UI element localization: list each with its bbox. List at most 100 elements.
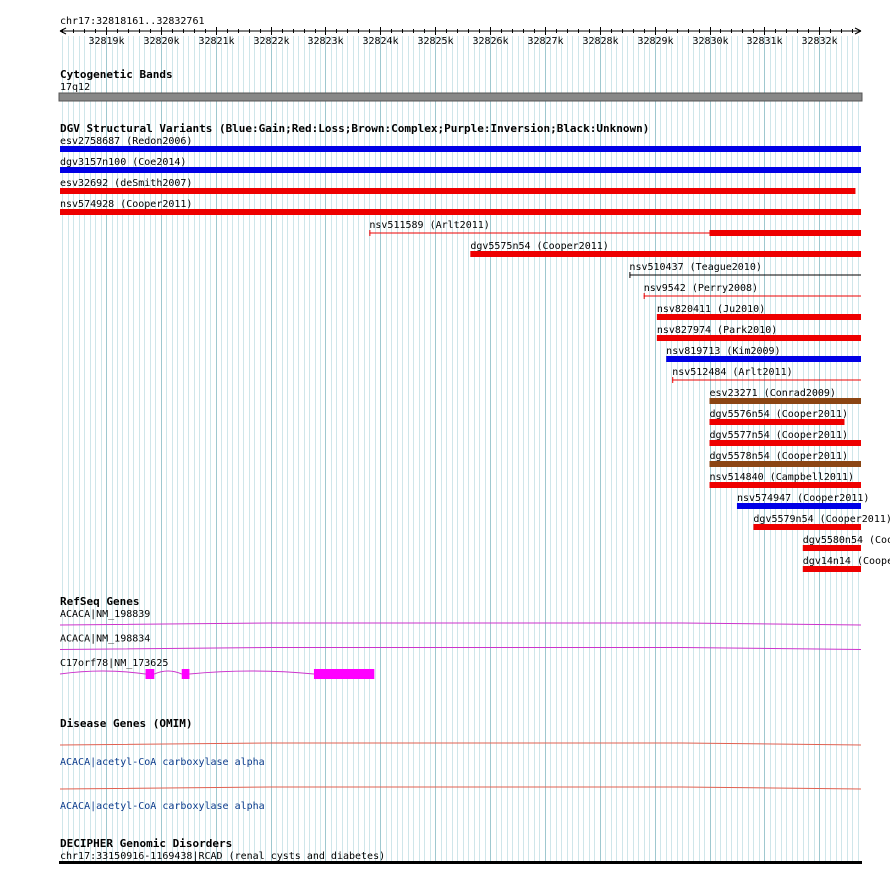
- refseq-exon: [313, 669, 375, 679]
- dgv-variant[interactable]: nsv574947 (Cooper2011): [736, 493, 869, 509]
- dgv-variant-label: esv32692 (deSmith2007): [60, 178, 192, 189]
- dgv-variant[interactable]: dgv3157n100 (Coe2014): [60, 157, 861, 173]
- dgv-variant-bar: [709, 440, 861, 446]
- dgv-variant-bar: [60, 209, 861, 215]
- dgv-variant[interactable]: nsv9542 (Perry2008): [643, 283, 861, 299]
- refseq-track-title: RefSeq Genes: [60, 595, 139, 608]
- ruler-tick-label: 32823k: [307, 36, 343, 47]
- dgv-variant-bar: [656, 314, 861, 320]
- dgv-variant[interactable]: nsv514840 (Campbell2011): [709, 472, 861, 488]
- ruler-tick-label: 32826k: [472, 36, 508, 47]
- omim-track-title: Disease Genes (OMIM): [60, 717, 192, 730]
- cytoband-label: 17q12: [60, 82, 90, 93]
- refseq-intron-line: [59, 622, 862, 626]
- dgv-variant[interactable]: dgv5578n54 (Cooper2011): [709, 451, 861, 467]
- omim-entry[interactable]: ACACA|acetyl-CoA carboxylase alpha: [59, 786, 862, 812]
- dgv-variant-label: nsv510437 (Teague2010): [629, 262, 761, 273]
- decipher-track-title: DECIPHER Genomic Disorders: [60, 837, 232, 850]
- dgv-variant-bar: [709, 230, 861, 236]
- ruler-tick-label: 32830k: [692, 36, 728, 47]
- dgv-variant-label: dgv5580n54 (Coo: [803, 535, 890, 546]
- ruler-range-label: chr17:32818161..32832761: [60, 16, 205, 27]
- dgv-variant-label: esv23271 (Conrad2009): [710, 388, 836, 399]
- refseq-gene[interactable]: ACACA|NM_198839: [59, 609, 862, 626]
- ruler-tick-label: 32827k: [527, 36, 563, 47]
- ruler-tick-label: 32829k: [637, 36, 673, 47]
- decipher-entry[interactable]: chr17:33150916-1169438|RCAD (renal cysts…: [59, 851, 862, 864]
- dgv-variant-bar: [60, 167, 861, 173]
- dgv-variant-label: dgv14n14 (Coope: [803, 556, 890, 567]
- ruler-tick-label: 32820k: [143, 36, 179, 47]
- decipher-feature-bar: [59, 861, 862, 864]
- omim-entry-label: ACACA|acetyl-CoA carboxylase alpha: [60, 757, 265, 768]
- dgv-variant[interactable]: dgv14n14 (Coope: [802, 556, 890, 572]
- dgv-variant-label: nsv827974 (Park2010): [657, 325, 777, 336]
- refseq-exon: [181, 669, 190, 679]
- ruler-tick-label: 32819k: [88, 36, 124, 47]
- dgv-variant[interactable]: dgv5576n54 (Cooper2011): [709, 409, 848, 425]
- dgv-variant[interactable]: dgv5575n54 (Cooper2011): [470, 241, 861, 257]
- cytoband-track[interactable]: Cytogenetic Bands 17q12: [58, 68, 863, 102]
- dgv-variant[interactable]: esv23271 (Conrad2009): [709, 388, 861, 404]
- dgv-variant-label: nsv574947 (Cooper2011): [737, 493, 869, 504]
- dgv-variant-bar: [709, 461, 861, 467]
- omim-entry[interactable]: ACACA|acetyl-CoA carboxylase alpha: [59, 742, 862, 768]
- ruler-tick-label: 32832k: [801, 36, 837, 47]
- dgv-variant-bar: [666, 356, 861, 362]
- dgv-variant-label: dgv5578n54 (Cooper2011): [710, 451, 848, 462]
- dgv-variant-bar: [736, 503, 861, 509]
- dgv-variant-bar: [709, 482, 861, 488]
- omim-track[interactable]: Disease Genes (OMIM) ACACA|acetyl-CoA ca…: [59, 717, 862, 812]
- decipher-track[interactable]: DECIPHER Genomic Disorders chr17:3315091…: [59, 837, 862, 864]
- dgv-track-title: DGV Structural Variants (Blue:Gain;Red:L…: [60, 122, 649, 135]
- dgv-variant-label: dgv5579n54 (Cooper2011): [753, 514, 890, 525]
- dgv-variant-label: dgv5575n54 (Cooper2011): [470, 241, 608, 252]
- dgv-variant-bar: [60, 188, 856, 194]
- dgv-variant[interactable]: dgv5579n54 (Cooper2011): [753, 514, 890, 530]
- ruler-tick-label: 32828k: [582, 36, 618, 47]
- omim-features: ACACA|acetyl-CoA carboxylase alpha ACACA|…: [59, 742, 862, 812]
- dgv-variant[interactable]: nsv510437 (Teague2010): [629, 262, 861, 278]
- dgv-variant-label: dgv3157n100 (Coe2014): [60, 157, 186, 168]
- dgv-variant[interactable]: nsv512484 (Arlt2011): [672, 367, 861, 383]
- dgv-variant-label: nsv512484 (Arlt2011): [672, 367, 792, 378]
- refseq-track[interactable]: RefSeq Genes ACACA|NM_198839 ACACA|NM_198…: [59, 595, 862, 679]
- ruler-tick-label: 32821k: [198, 36, 234, 47]
- dgv-variant-bar: [753, 524, 861, 530]
- dgv-variant-bar: [709, 419, 845, 425]
- genome-browser-view: chr17:32818161..32832761 32819k 32820k 328…: [58, 16, 890, 864]
- dgv-variant-bar: [709, 398, 861, 404]
- dgv-variant[interactable]: nsv819713 (Kim2009): [666, 346, 861, 362]
- dgv-variant-label: nsv574928 (Cooper2011): [60, 199, 192, 210]
- dgv-variant-label: nsv511589 (Arlt2011): [369, 220, 489, 231]
- omim-entry-label: ACACA|acetyl-CoA carboxylase alpha: [60, 801, 265, 812]
- refseq-intron-line: [59, 647, 862, 650]
- omim-feature-line: [59, 786, 862, 790]
- refseq-gene-label: C17orf78|NM_173625: [60, 658, 168, 669]
- refseq-gene-label: ACACA|NM_198839: [60, 609, 150, 620]
- dgv-variant[interactable]: esv2758687 (Redon2006): [60, 136, 861, 152]
- dgv-variant[interactable]: nsv511589 (Arlt2011): [369, 220, 861, 236]
- ruler-track[interactable]: chr17:32818161..32832761 32819k 32820k 328…: [59, 16, 862, 47]
- dgv-variant[interactable]: dgv5577n54 (Cooper2011): [709, 430, 861, 446]
- dgv-variant-bar: [802, 566, 861, 572]
- dgv-variant-bar: [60, 146, 861, 152]
- refseq-exon: [145, 669, 155, 679]
- dgv-variant-bar: [656, 335, 861, 341]
- dgv-variant-label: esv2758687 (Redon2006): [60, 136, 192, 147]
- refseq-gene[interactable]: ACACA|NM_198834: [59, 634, 862, 650]
- refseq-intron-line: [189, 670, 315, 675]
- dgv-variant[interactable]: dgv5580n54 (Coo: [802, 535, 890, 551]
- refseq-gene[interactable]: C17orf78|NM_173625: [59, 658, 375, 679]
- ruler-tick-label: 32831k: [746, 36, 782, 47]
- ruler-tick-label: 32824k: [362, 36, 398, 47]
- dgv-variant-bar: [802, 545, 861, 551]
- refseq-intron-line: [59, 670, 146, 675]
- dgv-variant[interactable]: nsv574928 (Cooper2011): [60, 199, 861, 215]
- cytoband-bar[interactable]: [58, 92, 863, 102]
- dgv-variant-label: nsv514840 (Campbell2011): [710, 472, 855, 483]
- decipher-entry-label: chr17:33150916-1169438|RCAD (renal cysts…: [60, 851, 385, 862]
- dgv-variant-label: dgv5576n54 (Cooper2011): [710, 409, 848, 420]
- decipher-features: chr17:33150916-1169438|RCAD (renal cysts…: [59, 851, 862, 864]
- ruler-tick-label: 32822k: [253, 36, 289, 47]
